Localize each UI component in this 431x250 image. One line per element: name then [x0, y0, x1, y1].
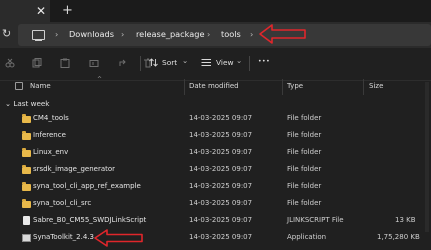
sort-button[interactable]: Sort [162, 58, 177, 67]
list-item[interactable]: Sabre_B0_CM55_SWDJLinkScript 14-03-2025 … [0, 213, 431, 229]
list-item[interactable]: Inference 14-03-2025 09:07 File folder [0, 128, 431, 144]
file-size: 13 KB [395, 216, 416, 224]
file-type: File folder [287, 114, 322, 122]
column-separator[interactable] [282, 79, 283, 95]
file-type: File folder [287, 182, 322, 190]
select-all-checkbox[interactable] [15, 82, 23, 90]
breadcrumb-separator[interactable]: › [207, 29, 210, 39]
share-icon[interactable] [118, 58, 128, 68]
view-icon[interactable] [201, 58, 212, 67]
breadcrumb-separator[interactable]: › [121, 29, 124, 39]
refresh-icon[interactable]: ↻ [2, 27, 11, 40]
column-header-date[interactable]: Date modified [189, 82, 239, 90]
breadcrumb-downloads[interactable]: Downloads [69, 29, 114, 39]
file-name[interactable]: SynaToolkit_2.4.3 [33, 233, 94, 241]
list-item[interactable]: CM4_tools 14-03-2025 09:07 File folder [0, 111, 431, 127]
sort-chevron-icon[interactable]: ⌄ [182, 56, 188, 65]
annotation-arrow-icon [259, 24, 306, 44]
more-options-icon[interactable]: ••• [258, 58, 270, 65]
sort-indicator-icon: ^ [97, 76, 103, 83]
file-name[interactable]: Sabre_B0_CM55_SWDJLinkScript [33, 216, 146, 224]
date-modified: 14-03-2025 09:07 [189, 182, 253, 190]
file-name[interactable]: Linux_env [33, 148, 68, 156]
file-type: JLINKSCRIPT File [287, 216, 344, 224]
column-separator[interactable] [184, 79, 185, 95]
sort-icon[interactable] [149, 58, 158, 67]
file-name[interactable]: syna_tool_cli_app_ref_example [33, 182, 141, 190]
view-chevron-icon[interactable]: ⌄ [236, 56, 242, 65]
file-icon [23, 216, 30, 225]
breadcrumb-separator[interactable]: › [55, 29, 58, 39]
list-item[interactable]: srsdk_image_generator 14-03-2025 09:07 F… [0, 162, 431, 178]
file-name[interactable]: syna_tool_cli_src [33, 199, 91, 207]
file-type: File folder [287, 199, 322, 207]
file-size: 1,75,280 KB [377, 233, 420, 241]
file-name[interactable]: CM4_tools [33, 114, 69, 122]
breadcrumb-separator[interactable]: › [250, 29, 253, 39]
column-header-size[interactable]: Size [369, 82, 383, 90]
new-tab-icon[interactable]: + [62, 3, 73, 18]
date-modified: 14-03-2025 09:07 [189, 165, 253, 173]
column-header-type[interactable]: Type [287, 82, 303, 90]
date-modified: 14-03-2025 09:07 [189, 148, 253, 156]
view-button[interactable]: View [216, 58, 234, 67]
toolbar-divider [249, 56, 250, 71]
list-item[interactable]: syna_tool_cli_app_ref_example 14-03-2025… [0, 179, 431, 195]
date-modified: 14-03-2025 09:07 [189, 216, 253, 224]
list-item[interactable]: syna_tool_cli_src 14-03-2025 09:07 File … [0, 196, 431, 212]
group-label: Last week [13, 99, 50, 108]
file-type: File folder [287, 148, 322, 156]
paste-icon[interactable] [60, 58, 70, 68]
folder-icon [22, 199, 31, 208]
list-item[interactable]: Linux_env 14-03-2025 09:07 File folder [0, 145, 431, 161]
file-type: File folder [287, 131, 322, 139]
breadcrumb-release-package[interactable]: release_package [136, 29, 205, 39]
date-modified: 14-03-2025 09:07 [189, 233, 253, 241]
header-divider [0, 80, 431, 81]
folder-icon [22, 114, 31, 123]
file-type: File folder [287, 165, 322, 173]
folder-icon [22, 165, 31, 174]
folder-icon [22, 131, 31, 140]
file-type: Application [287, 233, 327, 241]
date-modified: 14-03-2025 09:07 [189, 131, 253, 139]
list-item[interactable]: SynaToolkit_2.4.3 14-03-2025 09:07 Appli… [0, 230, 431, 246]
toolbar-divider [140, 56, 141, 71]
annotation-arrow-icon [94, 229, 143, 247]
group-chevron-icon[interactable]: ⌄ [5, 99, 11, 108]
breadcrumb-tools[interactable]: tools [221, 29, 241, 39]
group-header-last-week[interactable]: ⌄ Last week [5, 99, 49, 108]
cut-icon[interactable] [5, 58, 15, 68]
vertical-scrollbar[interactable] [425, 82, 429, 232]
date-modified: 14-03-2025 09:07 [189, 199, 253, 207]
file-name[interactable]: srsdk_image_generator [33, 165, 115, 173]
close-tab-icon[interactable]: ✕ [36, 4, 46, 18]
file-name[interactable]: Inference [33, 131, 66, 139]
folder-icon [22, 182, 31, 191]
rename-icon[interactable] [89, 58, 99, 68]
application-icon [22, 234, 31, 242]
monitor-stand-icon [35, 40, 42, 41]
copy-icon[interactable] [32, 58, 42, 68]
column-separator[interactable] [363, 79, 364, 95]
this-pc-icon[interactable] [32, 30, 45, 40]
column-header-name[interactable]: Name [30, 82, 51, 90]
folder-icon [22, 148, 31, 157]
date-modified: 14-03-2025 09:07 [189, 114, 253, 122]
